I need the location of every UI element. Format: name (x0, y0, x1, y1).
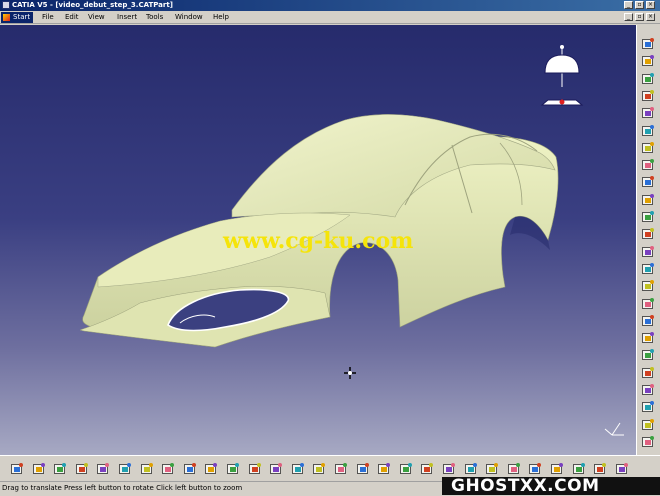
fillet-icon[interactable] (641, 366, 655, 380)
pan-icon[interactable] (377, 462, 391, 476)
spline-icon[interactable] (641, 193, 655, 207)
swap-icon[interactable] (550, 462, 564, 476)
right-toolbar (636, 25, 660, 455)
save-icon[interactable] (53, 462, 67, 476)
3d-viewport[interactable]: www.cg-ku.com (0, 25, 636, 455)
extrude-icon[interactable] (641, 124, 655, 138)
minimize-button[interactable]: _ (624, 1, 633, 9)
tree-icon[interactable] (312, 462, 326, 476)
menu-help[interactable]: Help (213, 13, 229, 21)
restore-button[interactable]: ▫ (635, 1, 644, 9)
status-message: Drag to translate Press left button to r… (2, 484, 243, 492)
menu-tools[interactable]: Tools (146, 13, 163, 21)
axis-triad (604, 422, 624, 436)
undo-icon[interactable] (161, 462, 175, 476)
revolve-icon[interactable] (641, 141, 655, 155)
blend-icon[interactable] (641, 245, 655, 259)
start-menu[interactable]: Start (1, 12, 33, 23)
cut-icon[interactable] (96, 462, 110, 476)
sketcher-icon[interactable] (641, 54, 655, 68)
start-icon (3, 14, 10, 21)
doc-restore-button[interactable]: ▫ (635, 13, 644, 21)
analysis-icon[interactable] (593, 462, 607, 476)
paste-icon[interactable] (140, 462, 154, 476)
redo-icon[interactable] (183, 462, 197, 476)
doc-close-button[interactable]: × (646, 13, 655, 21)
translate-icon[interactable] (641, 383, 655, 397)
normal-view-icon[interactable] (464, 462, 478, 476)
circle-icon[interactable] (641, 175, 655, 189)
rotate-icon[interactable] (641, 400, 655, 414)
select-arrow-icon[interactable] (641, 37, 655, 51)
close-button[interactable]: × (646, 1, 655, 9)
catia-app-icon[interactable] (2, 1, 10, 9)
multi-section-icon[interactable] (641, 227, 655, 241)
fill-icon[interactable] (641, 210, 655, 224)
split-icon[interactable] (641, 297, 655, 311)
open-icon[interactable] (32, 462, 46, 476)
sweep-icon[interactable] (641, 158, 655, 172)
copy-icon[interactable] (118, 462, 132, 476)
zoom-out-icon[interactable] (442, 462, 456, 476)
menu-bar: Start File Edit View Insert Tools Window… (0, 11, 660, 24)
brand-text: GHOSTXX.COM (451, 476, 600, 496)
grid-icon[interactable] (291, 462, 305, 476)
new-icon[interactable] (10, 462, 24, 476)
rotate-view-icon[interactable] (399, 462, 413, 476)
catia-logo-icon[interactable] (615, 462, 629, 476)
trim-icon[interactable] (641, 314, 655, 328)
line-icon[interactable] (641, 89, 655, 103)
title-bar: CATIA V5 - [video_debut_step_3.CATPart] … (0, 0, 660, 11)
menu-window[interactable]: Window (175, 13, 203, 21)
menu-view[interactable]: View (88, 13, 105, 21)
healing-icon[interactable] (641, 279, 655, 293)
menu-file[interactable]: File (42, 13, 54, 21)
hide-show-icon[interactable] (528, 462, 542, 476)
menu-insert[interactable]: Insert (117, 13, 137, 21)
join-icon[interactable] (641, 262, 655, 276)
plane-icon[interactable] (641, 106, 655, 120)
fly-icon[interactable] (334, 462, 348, 476)
iso-view-icon[interactable] (485, 462, 499, 476)
print-icon[interactable] (75, 462, 89, 476)
catia-window: CATIA V5 - [video_debut_step_3.CATPart] … (0, 0, 660, 496)
catalog-icon[interactable] (269, 462, 283, 476)
boundary-icon[interactable] (641, 331, 655, 345)
compass-widget[interactable] (540, 45, 584, 106)
whats-this-icon[interactable] (204, 462, 218, 476)
symmetry-icon[interactable] (641, 418, 655, 432)
doc-minimize-button[interactable]: _ (624, 13, 633, 21)
shading-icon[interactable] (507, 462, 521, 476)
watermark-text: www.cg-ku.com (223, 228, 414, 254)
extract-icon[interactable] (641, 348, 655, 362)
zoom-in-icon[interactable] (420, 462, 434, 476)
comment-icon[interactable] (248, 462, 262, 476)
menu-edit[interactable]: Edit (65, 13, 79, 21)
fit-all-icon[interactable] (356, 462, 370, 476)
window-title: CATIA V5 - [video_debut_step_3.CATPart] (12, 1, 173, 9)
point-icon[interactable] (641, 72, 655, 86)
apply-material-icon[interactable] (572, 462, 586, 476)
formula-icon[interactable] (226, 462, 240, 476)
scaling-icon[interactable] (641, 435, 655, 449)
pan-cursor-icon (344, 367, 356, 379)
start-label: Start (13, 13, 31, 21)
